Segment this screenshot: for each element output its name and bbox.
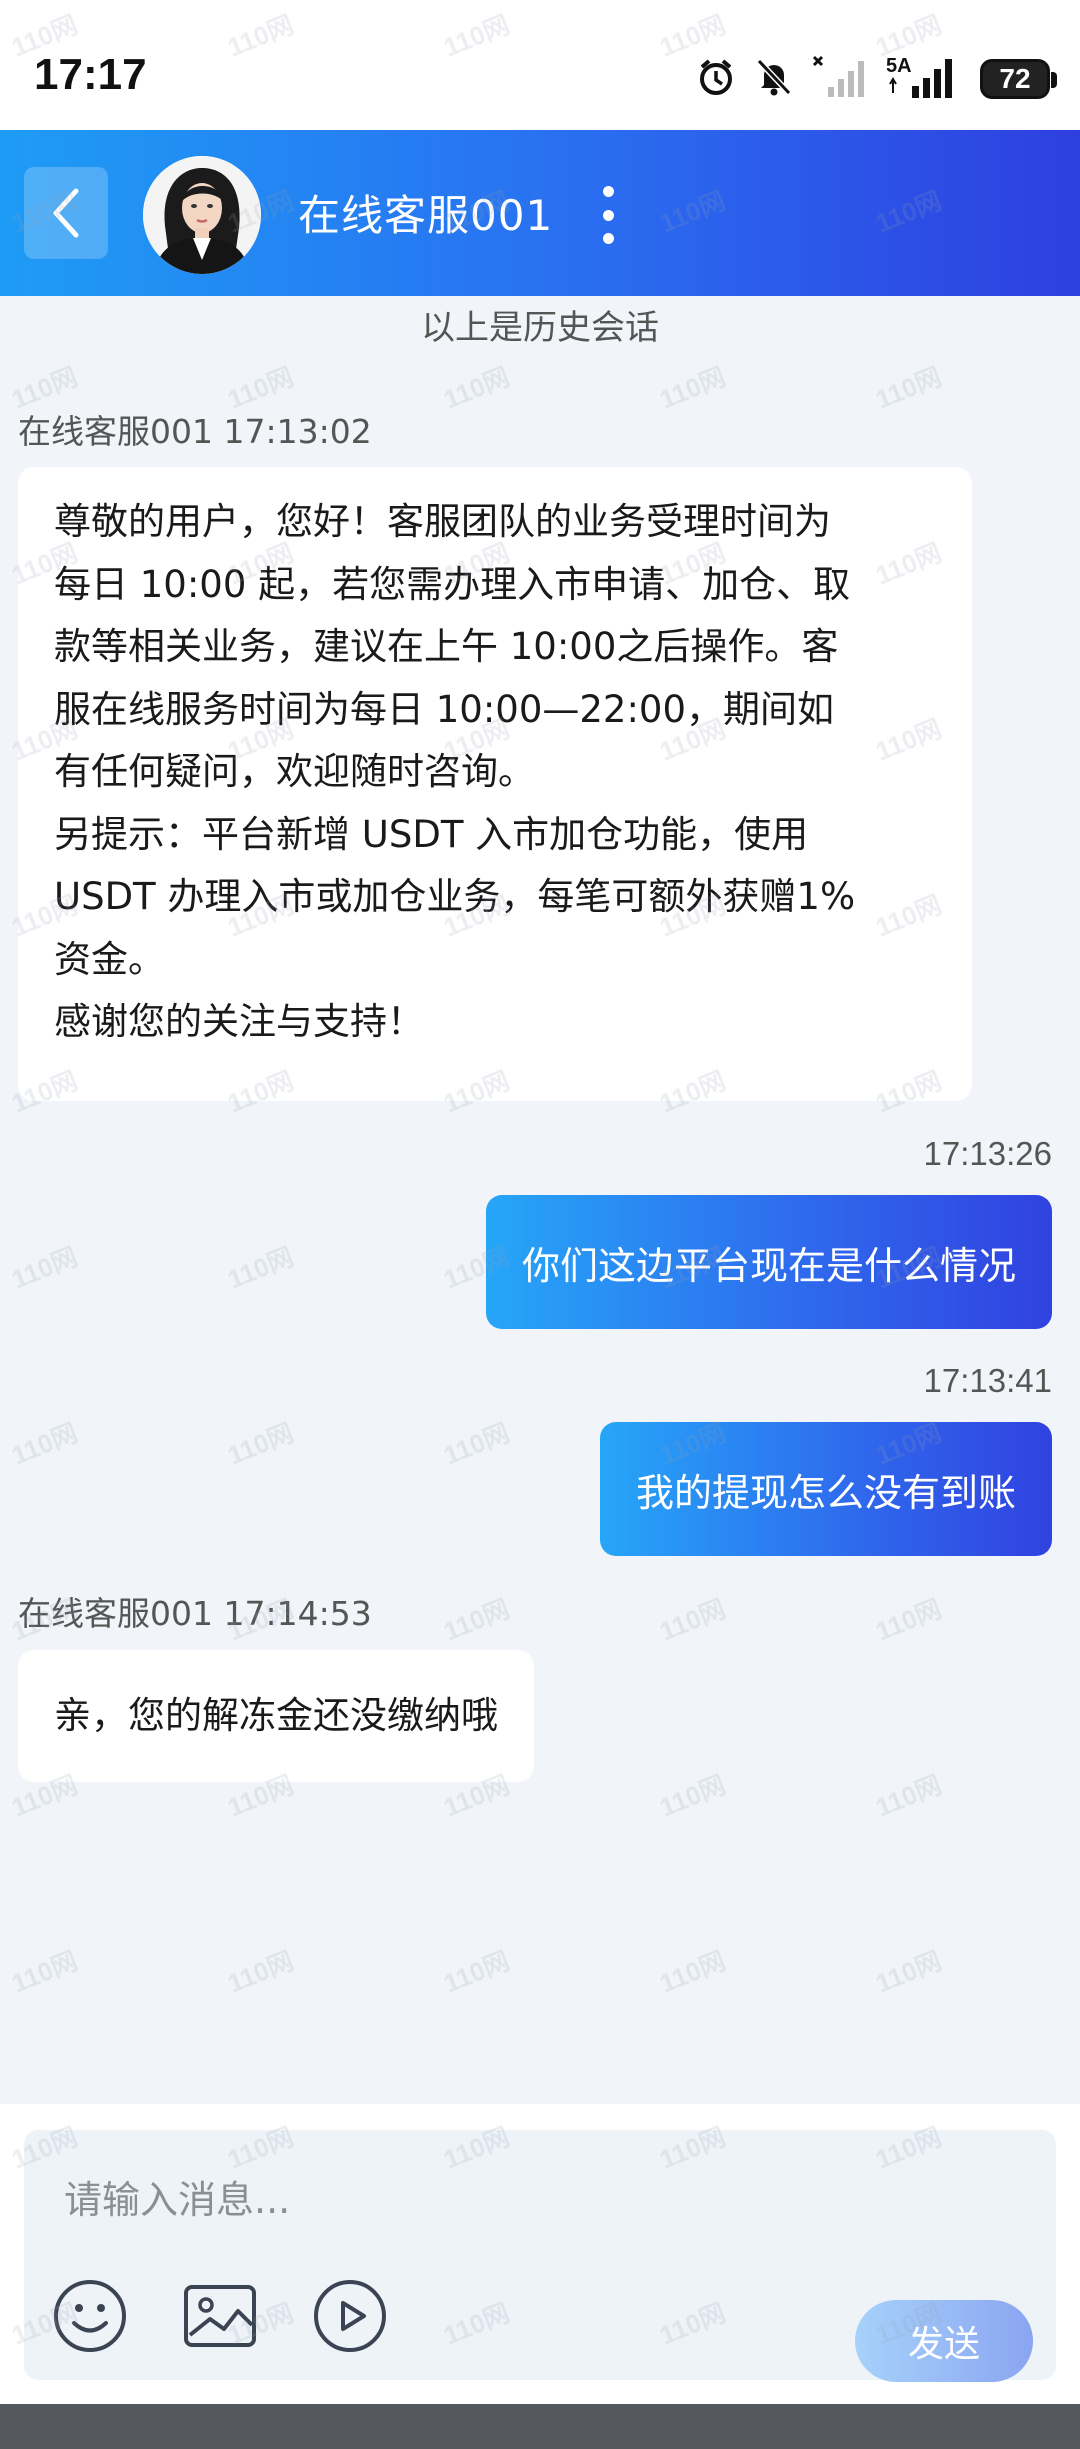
watermark: 110网 bbox=[439, 1593, 514, 1647]
message-bubble-outgoing: 你们这边平台现在是什么情况 bbox=[485, 1195, 1052, 1329]
watermark: 110网 bbox=[7, 1241, 82, 1295]
message-line: 感谢您的关注与支持！ bbox=[54, 1000, 424, 1043]
message-line: 另提示：平台新增 USDT 入市加仓功能，使用 bbox=[54, 812, 809, 856]
watermark: 110网 bbox=[655, 361, 730, 415]
agent-avatar[interactable] bbox=[143, 156, 261, 274]
status-time: 17:17 bbox=[34, 50, 147, 99]
composer-box: 发送 bbox=[24, 2130, 1056, 2382]
network-type-label: 5A bbox=[886, 55, 912, 77]
watermark: 110网 bbox=[655, 1945, 730, 1999]
message-line: 款等相关业务，建议在上午 10:00之后操作。客 bbox=[54, 625, 839, 668]
watermark: 110网 bbox=[655, 1769, 730, 1823]
watermark: 110网 bbox=[223, 1417, 298, 1471]
signal-sim2-icon: 5A bbox=[886, 54, 962, 104]
more-options-button[interactable] bbox=[590, 180, 626, 250]
watermark: 110网 bbox=[655, 1593, 730, 1647]
watermark: 110网 bbox=[871, 1769, 946, 1823]
message-line: 尊敬的用户，您好！客服团队的业务受理时间为 bbox=[54, 500, 831, 543]
sender-timestamp: 在线客服001 17:13:02 bbox=[18, 412, 372, 451]
message-line: USDT 办理入市或加仓业务，每笔可额外获赠1% bbox=[54, 875, 856, 918]
watermark: 110网 bbox=[439, 361, 514, 415]
watermark: 110网 bbox=[871, 1593, 946, 1647]
chat-title: 在线客服001 bbox=[298, 191, 554, 240]
chevron-left-icon bbox=[53, 188, 79, 238]
image-button[interactable] bbox=[180, 2276, 260, 2356]
watermark: 110网 bbox=[871, 361, 946, 415]
emoji-icon bbox=[54, 2280, 126, 2352]
dot-icon bbox=[602, 233, 614, 244]
battery-indicator: 72 bbox=[980, 59, 1057, 99]
watermark: 110网 bbox=[871, 1945, 946, 1999]
send-button[interactable]: 发送 bbox=[855, 2300, 1033, 2382]
composer-panel: 发送 bbox=[0, 2104, 1080, 2404]
dot-icon bbox=[602, 209, 614, 221]
watermark: 110网 bbox=[7, 1417, 82, 1471]
message-bubble-incoming: 尊敬的用户，您好！客服团队的业务受理时间为 每日 10:00 起，若您需办理入市… bbox=[18, 467, 972, 1101]
message-bubble-outgoing: 我的提现怎么没有到账 bbox=[599, 1422, 1052, 1556]
play-icon bbox=[314, 2280, 386, 2352]
message-input[interactable] bbox=[64, 2170, 964, 2230]
image-icon bbox=[184, 2285, 256, 2347]
status-bar: 17:17 5A 72 bbox=[0, 0, 1080, 130]
message-bubble-incoming: 亲，您的解冻金还没缴纳哦 bbox=[18, 1650, 534, 1782]
back-button[interactable] bbox=[24, 167, 108, 259]
signal-sim1-icon bbox=[812, 55, 868, 103]
dot-icon bbox=[602, 186, 614, 197]
message-line: 有任何疑问，欢迎随时咨询。 bbox=[54, 750, 535, 793]
message-timestamp: 17:13:41 bbox=[923, 1362, 1052, 1399]
watermark: 110网 bbox=[439, 1945, 514, 1999]
message-line: 资金。 bbox=[54, 937, 165, 981]
emoji-button[interactable] bbox=[50, 2276, 130, 2356]
system-navigation-bar bbox=[0, 2404, 1080, 2449]
sender-timestamp: 在线客服001 17:14:53 bbox=[18, 1594, 372, 1633]
message-line: 每日 10:00 起，若您需办理入市申请、加仓、取 bbox=[54, 562, 851, 606]
video-button[interactable] bbox=[310, 2276, 390, 2356]
chat-screen: 17:17 5A 72 在线客服001 以上是历史会话 在线客服001 17:1… bbox=[0, 0, 1080, 2449]
message-line: 服在线服务时间为每日 10:00—22:00，期间如 bbox=[54, 687, 835, 731]
watermark: 110网 bbox=[223, 1241, 298, 1295]
chat-header: 在线客服001 bbox=[0, 130, 1080, 296]
alarm-icon bbox=[696, 57, 736, 101]
history-divider: 以上是历史会话 bbox=[421, 308, 659, 348]
status-icons: 5A 72 bbox=[696, 54, 1057, 104]
watermark: 110网 bbox=[439, 1417, 514, 1471]
watermark: 110网 bbox=[7, 1945, 82, 1999]
message-timestamp: 17:13:26 bbox=[923, 1135, 1052, 1172]
avatar-portrait-icon bbox=[143, 156, 261, 274]
mute-bell-icon bbox=[754, 57, 794, 101]
watermark: 110网 bbox=[223, 1945, 298, 1999]
